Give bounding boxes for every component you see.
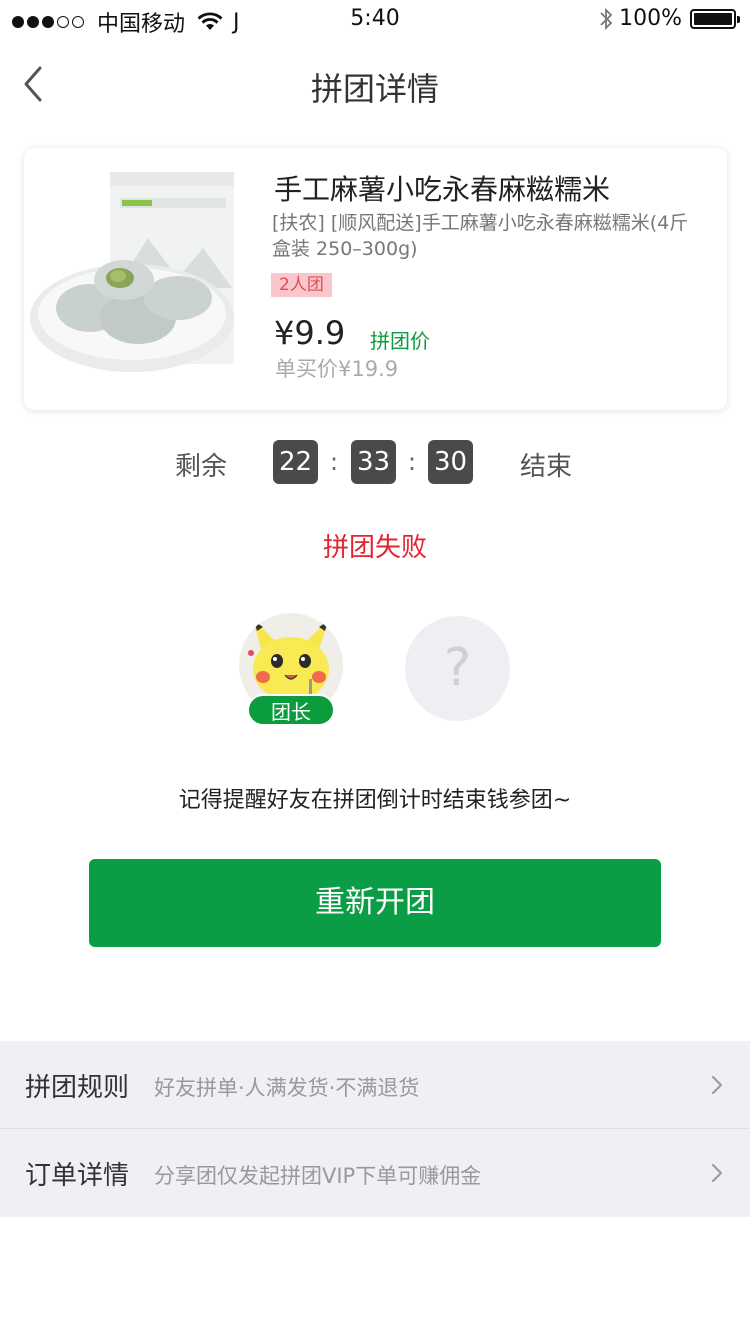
product-title: 手工麻薯小吃永春麻糍糯米 (274, 173, 611, 206)
bluetooth-icon (600, 7, 613, 30)
countdown-seconds: 30 (428, 440, 473, 484)
leader-badge: 团长 (247, 694, 335, 726)
page-title: 拼团详情 (310, 70, 439, 108)
chevron-right-icon (712, 1164, 722, 1182)
empty-member-slot[interactable]: ? (405, 616, 510, 721)
countdown-minutes: 33 (351, 440, 396, 484)
group-size-badge: 2人团 (271, 273, 332, 297)
status-right: 100% (599, 6, 740, 31)
list-item-subtitle: 分享团仅发起拼团VIP下单可赚佣金 (154, 1164, 482, 1188)
countdown-prefix: 剩余 (175, 452, 228, 482)
countdown-separator: : (330, 448, 339, 476)
status-bar: 中国移动 J 5:40 100% (0, 0, 750, 40)
list-item-title: 拼团规则 (25, 1073, 130, 1103)
countdown-timer: 剩余 22 : 33 : 30 结束 (0, 438, 750, 486)
group-price-label: 拼团价 (370, 329, 430, 353)
battery-percent: 100% (619, 6, 682, 31)
nav-bar: 拼团详情 (0, 40, 750, 128)
info-list: 拼团规则 好友拼单·人满发货·不满退货 订单详情 分享团仅发起拼团VIP下单可赚… (0, 1041, 750, 1217)
countdown-suffix: 结束 (520, 452, 573, 482)
list-item-subtitle: 好友拼单·人满发货·不满退货 (154, 1076, 420, 1100)
list-item-order-details[interactable]: 订单详情 分享团仅发起拼团VIP下单可赚佣金 (0, 1129, 750, 1217)
countdown-hours: 22 (273, 440, 318, 484)
group-status: 拼团失败 (322, 533, 427, 563)
restart-group-button[interactable]: 重新开团 (89, 859, 661, 947)
countdown-separator: : (408, 448, 417, 476)
group-price: ¥9.9 (274, 314, 346, 352)
single-buy-price: 单买价¥19.9 (275, 357, 399, 381)
list-item-group-rules[interactable]: 拼团规则 好友拼单·人满发货·不满退货 (0, 1041, 750, 1129)
reminder-text: 记得提醒好友在拼团倒计时结束钱参团~ (178, 788, 572, 813)
battery-icon (690, 8, 740, 29)
product-description: [扶农] [顺风配送]手工麻薯小吃永春麻糍糯米(4斤盒装 250–300g) (272, 212, 689, 260)
list-item-title: 订单详情 (25, 1161, 130, 1191)
chevron-right-icon (712, 1076, 722, 1094)
product-image (30, 172, 234, 372)
product-card[interactable]: 手工麻薯小吃永春麻糍糯米 [扶农] [顺风配送]手工麻薯小吃永春麻糍糯米(4斤盒… (24, 148, 727, 410)
